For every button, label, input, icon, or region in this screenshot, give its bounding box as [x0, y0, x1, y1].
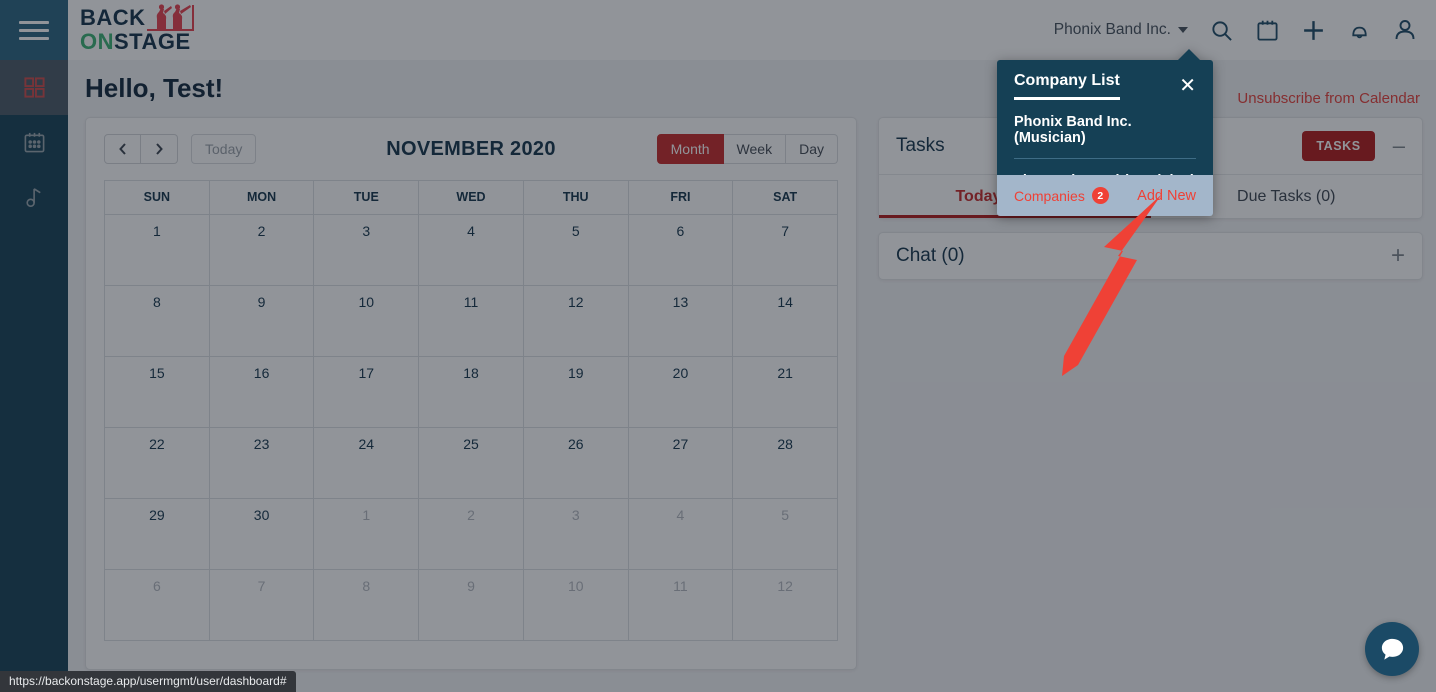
close-icon[interactable]: ✕ — [1179, 76, 1196, 96]
company-list-footer: Companies 2 Add New — [997, 175, 1213, 216]
company-list-dropdown: Company List ✕ Phonix Band Inc. (Musicia… — [997, 49, 1213, 216]
company-list-item[interactable]: Phonix Band Inc. (Musician) — [1014, 100, 1196, 159]
dropdown-caret-icon — [1177, 49, 1201, 61]
company-list-body: Company List ✕ Phonix Band Inc. (Musicia… — [997, 60, 1213, 175]
companies-label: Companies — [1014, 187, 1085, 204]
company-list-item[interactable]: The Rock Band (Musician) — [1014, 159, 1196, 175]
company-list-title: Company List — [1014, 72, 1120, 100]
company-list-header: Company List ✕ — [1014, 72, 1196, 100]
companies-count-badge: 2 — [1091, 187, 1109, 204]
add-new-company-link[interactable]: Add New — [1137, 188, 1196, 204]
app-root: BACK ONSTAGE Phonix Band Inc. Hello, Tes… — [0, 0, 1436, 692]
company-list-items: Phonix Band Inc. (Musician)The Rock Band… — [1014, 100, 1196, 175]
chat-widget-button[interactable] — [1365, 622, 1419, 676]
chat-bubble-icon — [1381, 638, 1403, 660]
browser-status-bar: https://backonstage.app/usermgmt/user/da… — [0, 671, 296, 692]
modal-backdrop[interactable] — [0, 0, 1436, 692]
companies-link[interactable]: Companies 2 — [1014, 187, 1109, 204]
